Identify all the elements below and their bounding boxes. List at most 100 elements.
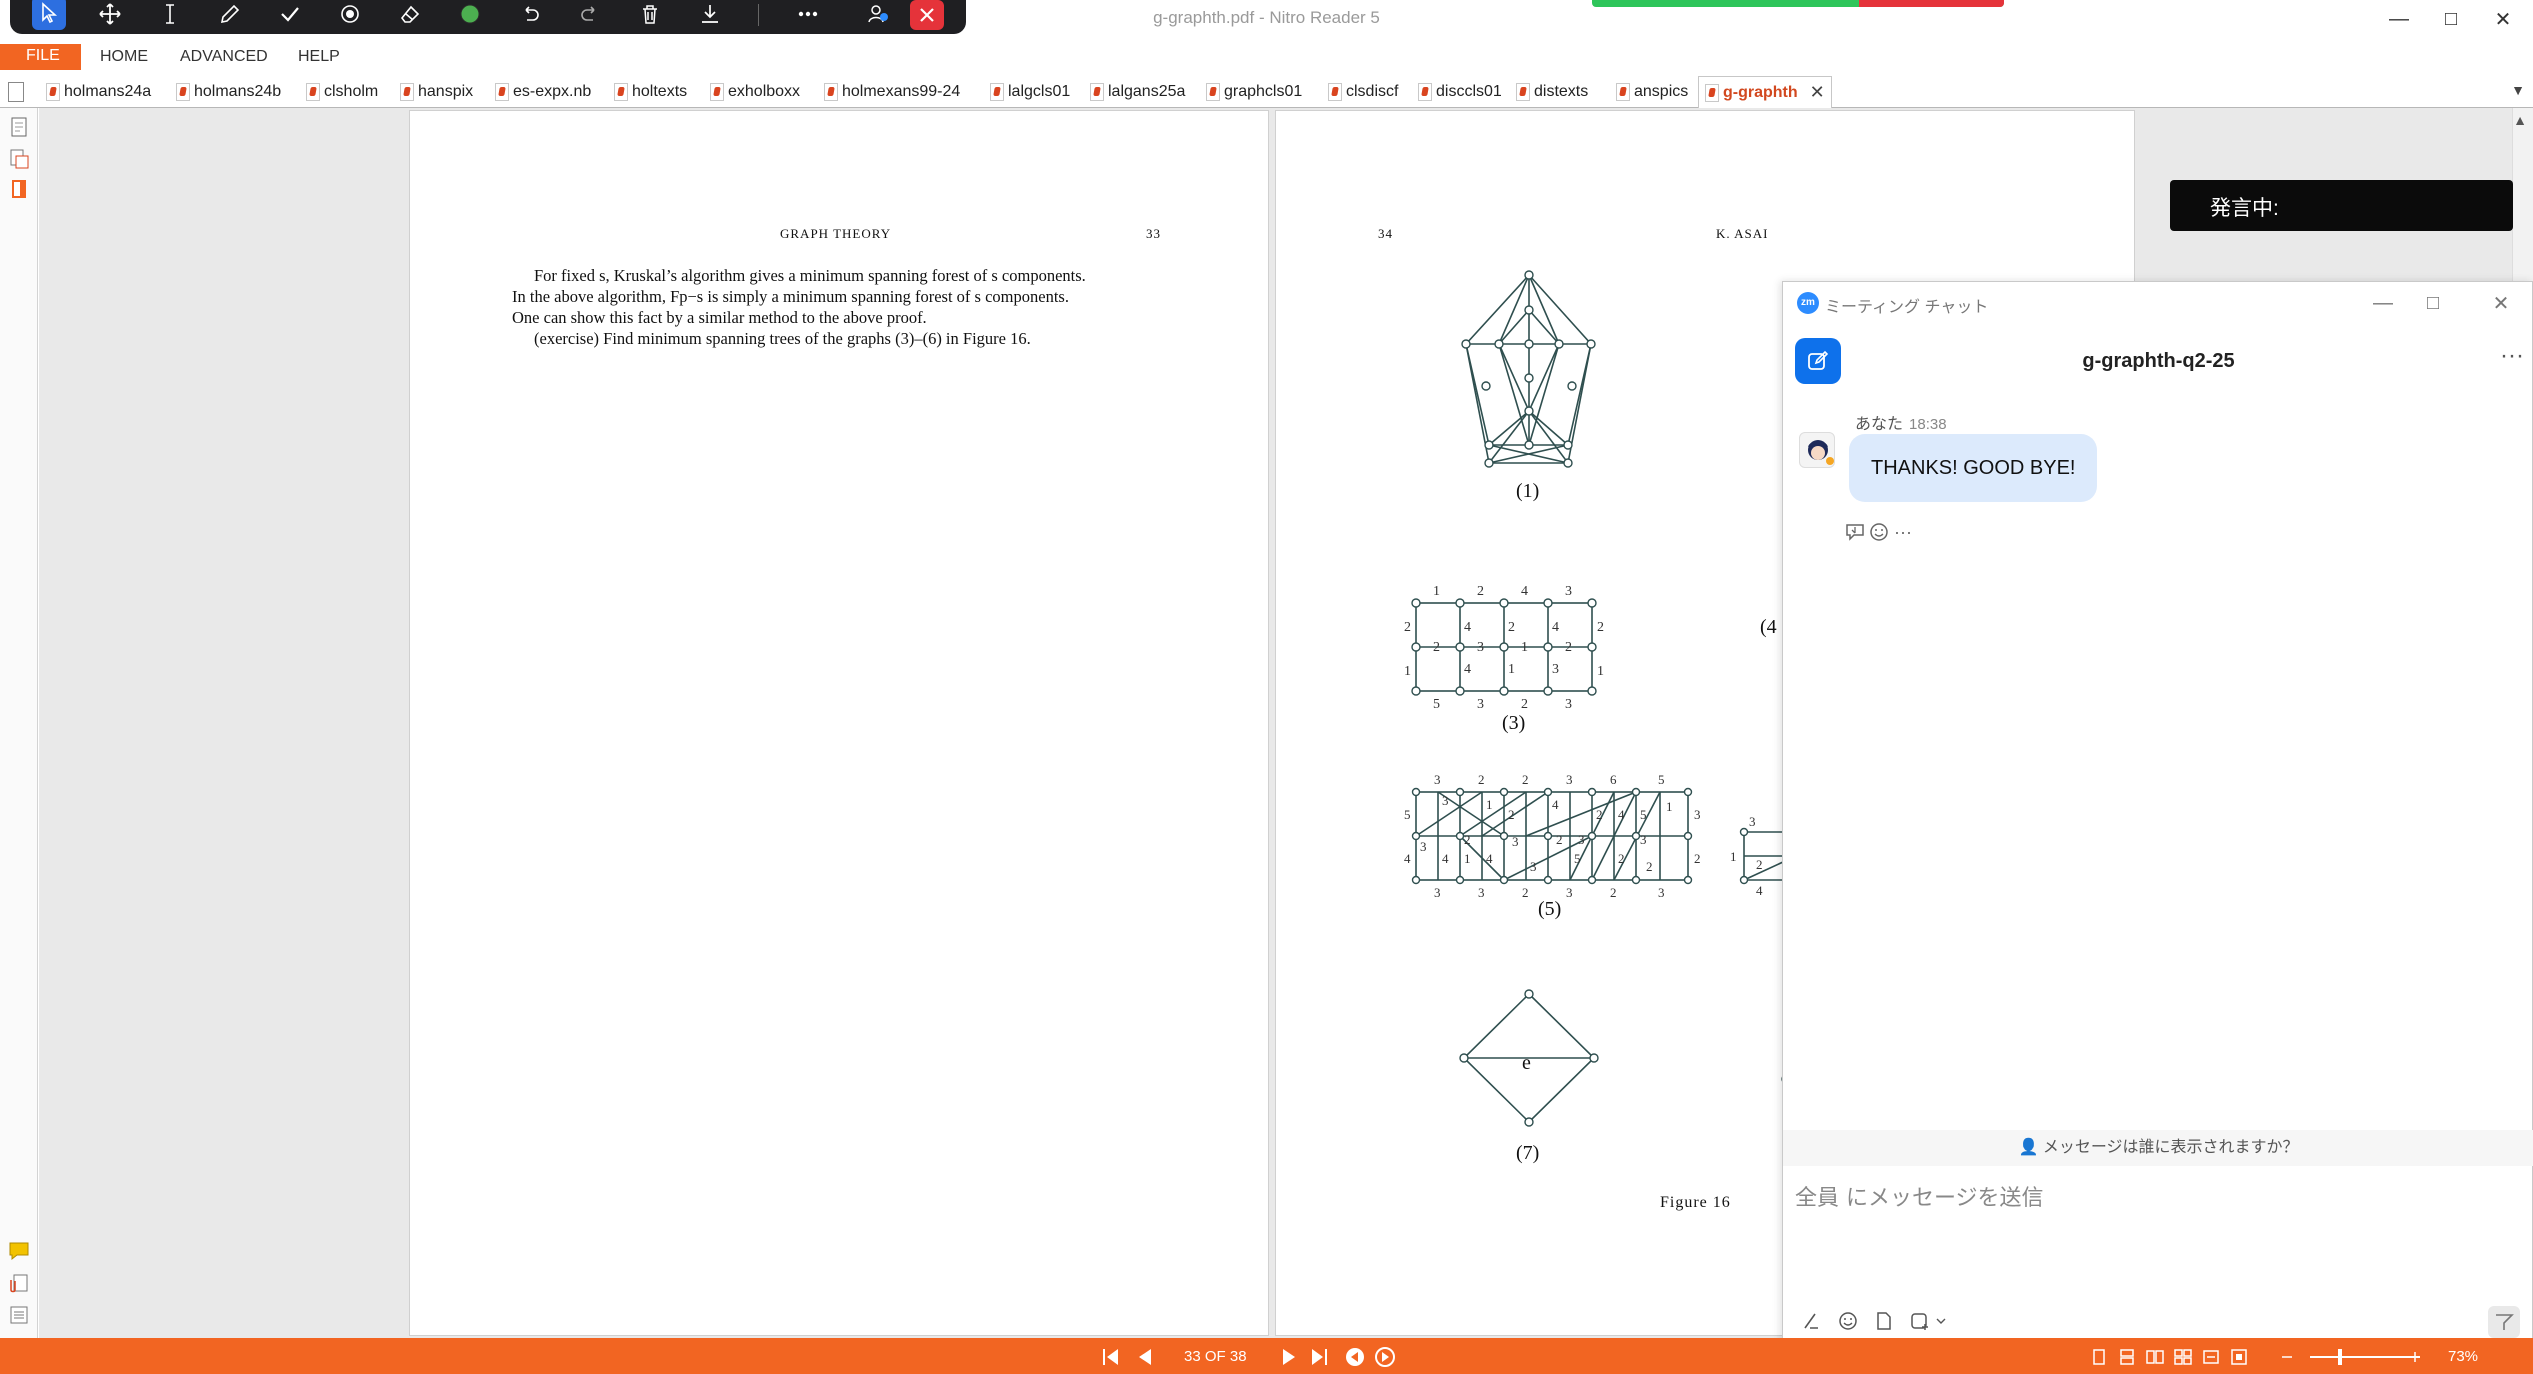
meeting-chat-window: zm ミーティング チャット — □ ✕ g-graphth-q2-25 ···… (1782, 281, 2533, 1346)
message-bubble[interactable]: THANKS! GOOD BYE! (1849, 434, 2098, 502)
tab-graphcls01[interactable]: graphcls01 (1206, 78, 1302, 106)
maximize-chat-button[interactable]: □ (2413, 288, 2453, 318)
file-attach-icon[interactable] (1869, 1306, 1899, 1336)
tab-hanspix[interactable]: hanspix (400, 78, 473, 106)
redo-icon[interactable] (570, 0, 610, 28)
zoom-slider-handle[interactable] (2338, 1349, 2342, 1365)
attachments-icon[interactable] (8, 148, 30, 170)
stop-share-indicator[interactable] (1859, 0, 2004, 7)
color-picker-icon[interactable] (450, 0, 490, 28)
screenshot-options-chevron-icon[interactable] (1931, 1306, 1951, 1336)
continuous-view-icon[interactable] (2116, 1346, 2138, 1368)
last-page-icon[interactable] (1308, 1346, 1330, 1368)
tab-holtexts[interactable]: holtexts (614, 78, 687, 106)
fit-page-icon[interactable] (2228, 1346, 2250, 1368)
edge-label: 3 (1640, 832, 1647, 847)
edge-label: 3 (1565, 584, 1572, 599)
tab-anspics[interactable]: anspics (1616, 78, 1688, 106)
message-meta: あなた 18:38 (1855, 410, 1947, 434)
facing-continuous-view-icon[interactable] (2172, 1346, 2194, 1368)
tab-holmans24b[interactable]: holmans24b (176, 78, 281, 106)
menu-home[interactable]: HOME (100, 48, 148, 66)
left-navigation-panel (0, 108, 38, 1338)
first-page-icon[interactable] (1100, 1346, 1122, 1368)
tab-overflow-chevron-icon[interactable]: ▼ (2511, 82, 2525, 98)
screen-share-indicator[interactable] (1592, 0, 2004, 7)
comments-icon[interactable] (8, 1240, 30, 1262)
menu-help[interactable]: HELP (298, 48, 340, 66)
tab-clsholm[interactable]: clsholm (306, 78, 378, 106)
tab-clsdiscf[interactable]: clsdiscf (1328, 78, 1398, 106)
message-visibility-info[interactable]: 👤 メッセージは誰に表示されますか？ (1783, 1130, 2533, 1166)
close-window-button[interactable]: ✕ (2480, 2, 2526, 36)
send-icon[interactable] (2488, 1306, 2520, 1338)
previous-view-icon[interactable] (1344, 1346, 1366, 1368)
edge-label: 2 (1565, 640, 1572, 655)
pen-icon[interactable] (210, 0, 250, 28)
format-text-icon[interactable] (1797, 1306, 1827, 1336)
tab-distexts[interactable]: distexts (1516, 78, 1588, 106)
tab-exholboxx[interactable]: exholboxx (710, 78, 800, 106)
save-download-icon[interactable] (690, 0, 730, 28)
more-options-icon[interactable] (788, 0, 828, 28)
trash-icon[interactable] (630, 0, 670, 28)
pdf-icon (1206, 83, 1220, 101)
close-chat-button[interactable]: ✕ (2481, 288, 2521, 318)
pdf-icon (400, 83, 414, 101)
facing-view-icon[interactable] (2144, 1346, 2166, 1368)
tab-lalgcls01[interactable]: lalgcls01 (990, 78, 1070, 106)
zoom-level[interactable]: 73% (2448, 1348, 2478, 1365)
eraser-icon[interactable] (390, 0, 430, 28)
next-view-icon[interactable] (1374, 1346, 1396, 1368)
tab-holmans24a[interactable]: holmans24a (46, 78, 151, 106)
bookmarks-icon[interactable] (8, 178, 30, 200)
layers-icon[interactable] (8, 1304, 30, 1326)
file-attachments-icon[interactable] (8, 1272, 30, 1294)
edge-label: 3 (1434, 885, 1441, 900)
close-tab-icon[interactable]: ✕ (1810, 82, 1825, 103)
pages-panel-icon[interactable] (8, 116, 30, 138)
edge-label: 3 (1530, 859, 1537, 874)
zoom-in-icon[interactable] (2404, 1346, 2426, 1368)
body-text-line: (exercise) Find minimum spanning trees o… (534, 329, 1031, 348)
edge-label: 3 (1578, 832, 1585, 847)
edge-label: 3 (1566, 885, 1573, 900)
tab-lalgans25a[interactable]: lalgans25a (1090, 78, 1185, 106)
edge-label: 2 (1521, 697, 1528, 712)
tab-list-icon[interactable] (8, 82, 24, 102)
scroll-up-chevron-icon[interactable]: ▲ (2513, 112, 2527, 128)
tab-g-graphth[interactable]: g-graphth ✕ (1698, 76, 1832, 108)
file-menu[interactable]: FILE (0, 44, 81, 70)
message-more-icon[interactable]: ··· (1889, 518, 1917, 546)
spotlight-icon[interactable] (330, 0, 370, 28)
minimize-button[interactable]: — (2376, 2, 2422, 36)
tab-disccls01[interactable]: disccls01 (1418, 78, 1502, 106)
undo-icon[interactable] (510, 0, 550, 28)
text-icon[interactable] (150, 0, 190, 28)
single-page-view-icon[interactable] (2088, 1346, 2110, 1368)
page-indicator[interactable]: 33 OF 38 (1184, 1348, 1247, 1365)
move-icon[interactable] (90, 0, 130, 28)
stamp-check-icon[interactable] (270, 0, 310, 28)
tab-holmexans99-24[interactable]: holmexans99-24 (824, 78, 960, 106)
fit-width-icon[interactable] (2200, 1346, 2222, 1368)
edge-label: 1 (1433, 584, 1440, 599)
zoom-out-icon[interactable] (2276, 1346, 2298, 1368)
message-input[interactable] (1795, 1178, 2515, 1218)
edge-label: 5 (1658, 772, 1665, 787)
next-page-icon[interactable] (1278, 1346, 1300, 1368)
maximize-button[interactable]: □ (2428, 2, 2474, 36)
emoji-icon[interactable] (1833, 1306, 1863, 1336)
status-bar: 33 OF 38 73% (0, 1338, 2533, 1374)
menu-advanced[interactable]: ADVANCED (180, 48, 268, 66)
edge-label: 4 (1552, 797, 1559, 812)
edge-label: 1 (1464, 851, 1471, 866)
close-annotation-icon[interactable] (910, 0, 944, 30)
participant-annotate-icon[interactable] (858, 0, 898, 28)
previous-page-icon[interactable] (1134, 1346, 1156, 1368)
edge-label-e: e (1522, 1052, 1531, 1074)
more-options-icon[interactable]: ··· (2500, 342, 2524, 370)
tab-es-expx[interactable]: es-expx.nb (495, 78, 591, 106)
select-cursor-icon[interactable] (32, 0, 66, 30)
minimize-chat-button[interactable]: — (2363, 288, 2403, 318)
